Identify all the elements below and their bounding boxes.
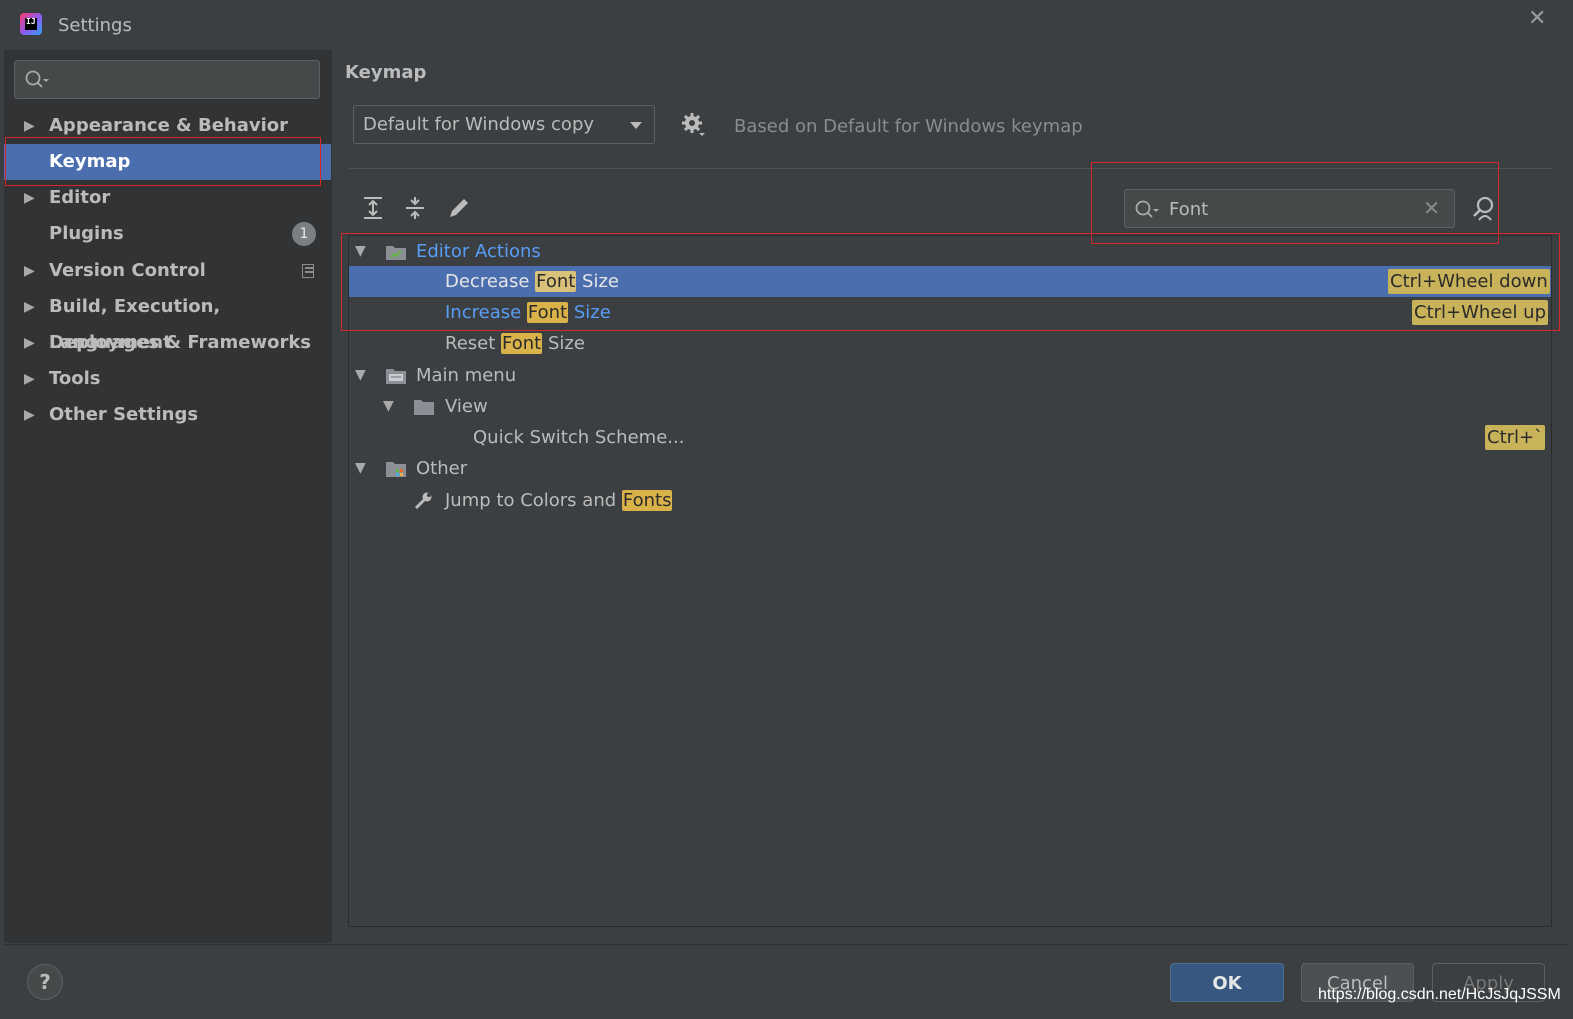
tree-node-other[interactable]: ▼ Other bbox=[349, 453, 1551, 484]
shortcut-badge: Ctrl+Wheel down bbox=[1388, 269, 1550, 294]
shortcut-badge: Ctrl+Wheel up bbox=[1412, 300, 1549, 325]
help-button[interactable]: ? bbox=[27, 964, 63, 1000]
folder-icon bbox=[414, 400, 434, 415]
find-by-shortcut-icon[interactable] bbox=[1470, 194, 1498, 222]
based-on-label: Based on Default for Windows keymap bbox=[734, 116, 1083, 137]
editor-actions-folder-icon bbox=[386, 246, 406, 260]
tree-node-decrease-font-size[interactable]: Decrease Font Size Ctrl+Wheel down bbox=[349, 266, 1551, 297]
clear-search-icon[interactable]: ✕ bbox=[1423, 196, 1440, 220]
other-folder-icon bbox=[386, 462, 406, 477]
sidebar-item-tools[interactable]: ▶ Tools bbox=[4, 361, 332, 397]
project-settings-icon bbox=[302, 264, 314, 278]
expand-arrow-icon: ▶ bbox=[24, 335, 35, 351]
main-menu-icon bbox=[386, 369, 406, 384]
page-title: Keymap bbox=[345, 62, 427, 83]
tree-node-main-menu[interactable]: ▼ Main menu bbox=[349, 360, 1551, 391]
sidebar-item-version-control[interactable]: ▶ Version Control bbox=[4, 253, 332, 289]
wrench-icon bbox=[414, 492, 432, 510]
close-icon[interactable]: ✕ bbox=[1528, 6, 1546, 31]
tree-node-view[interactable]: ▼ View bbox=[349, 391, 1551, 422]
window-title: Settings bbox=[58, 15, 132, 36]
action-search-field[interactable] bbox=[1169, 197, 1409, 221]
action-search-input[interactable]: ✕ bbox=[1124, 189, 1455, 228]
collapse-arrow-icon[interactable]: ▼ bbox=[355, 453, 366, 484]
sidebar-item-keymap[interactable]: Keymap bbox=[4, 144, 331, 180]
keymap-action-tree[interactable]: ▼ Editor Actions Decrease Font Size Ctrl… bbox=[348, 235, 1552, 927]
tree-node-quick-switch-scheme[interactable]: Quick Switch Scheme... Ctrl+` bbox=[349, 422, 1551, 453]
expand-arrow-icon: ▶ bbox=[24, 118, 35, 134]
search-icon bbox=[1135, 200, 1159, 218]
chevron-down-icon bbox=[630, 122, 642, 129]
plugins-update-badge: 1 bbox=[292, 222, 316, 246]
tree-node-editor-actions[interactable]: ▼ Editor Actions bbox=[349, 236, 1551, 267]
sidebar-item-appearance-behavior[interactable]: ▶ Appearance & Behavior bbox=[4, 108, 332, 144]
sidebar-search-input[interactable] bbox=[14, 60, 320, 99]
edit-shortcut-icon[interactable] bbox=[445, 194, 473, 222]
expand-arrow-icon: ▶ bbox=[24, 190, 35, 206]
intellij-app-icon: IJ bbox=[20, 13, 42, 35]
collapse-arrow-icon[interactable]: ▼ bbox=[355, 236, 366, 267]
expand-all-icon[interactable] bbox=[359, 194, 387, 222]
footer-divider bbox=[4, 944, 1569, 945]
collapse-arrow-icon[interactable]: ▼ bbox=[383, 391, 394, 422]
tree-node-increase-font-size[interactable]: Increase Font Size Ctrl+Wheel up bbox=[349, 297, 1551, 328]
sidebar-item-build-execution-deployment[interactable]: ▶ Build, Execution, Deployment bbox=[4, 289, 332, 353]
sidebar-item-editor[interactable]: ▶ Editor bbox=[4, 180, 332, 216]
shortcut-badge: Ctrl+` bbox=[1485, 425, 1546, 450]
tree-node-reset-font-size[interactable]: Reset Font Size bbox=[349, 328, 1551, 359]
search-icon bbox=[25, 70, 49, 88]
divider bbox=[349, 168, 1553, 169]
collapse-all-icon[interactable] bbox=[401, 194, 429, 222]
collapse-arrow-icon[interactable]: ▼ bbox=[355, 360, 366, 391]
expand-arrow-icon: ▶ bbox=[24, 263, 35, 279]
gear-icon[interactable] bbox=[681, 112, 707, 138]
tree-node-jump-to-colors-and-fonts[interactable]: Jump to Colors and Fonts bbox=[349, 485, 1551, 516]
sidebar-item-plugins[interactable]: Plugins 1 bbox=[4, 216, 332, 252]
expand-arrow-icon: ▶ bbox=[24, 299, 35, 315]
expand-arrow-icon: ▶ bbox=[24, 407, 35, 423]
expand-arrow-icon: ▶ bbox=[24, 371, 35, 387]
title-bar bbox=[0, 0, 1573, 50]
sidebar-item-other-settings[interactable]: ▶ Other Settings bbox=[4, 397, 332, 433]
watermark-text: https://blog.csdn.net/HcJsJqJSSM bbox=[1318, 986, 1561, 1003]
sidebar-item-languages-frameworks[interactable]: ▶ Languages & Frameworks bbox=[4, 325, 332, 361]
ok-button[interactable]: OK bbox=[1170, 963, 1284, 1002]
keymap-scheme-dropdown[interactable]: Default for Windows copy bbox=[353, 105, 655, 144]
